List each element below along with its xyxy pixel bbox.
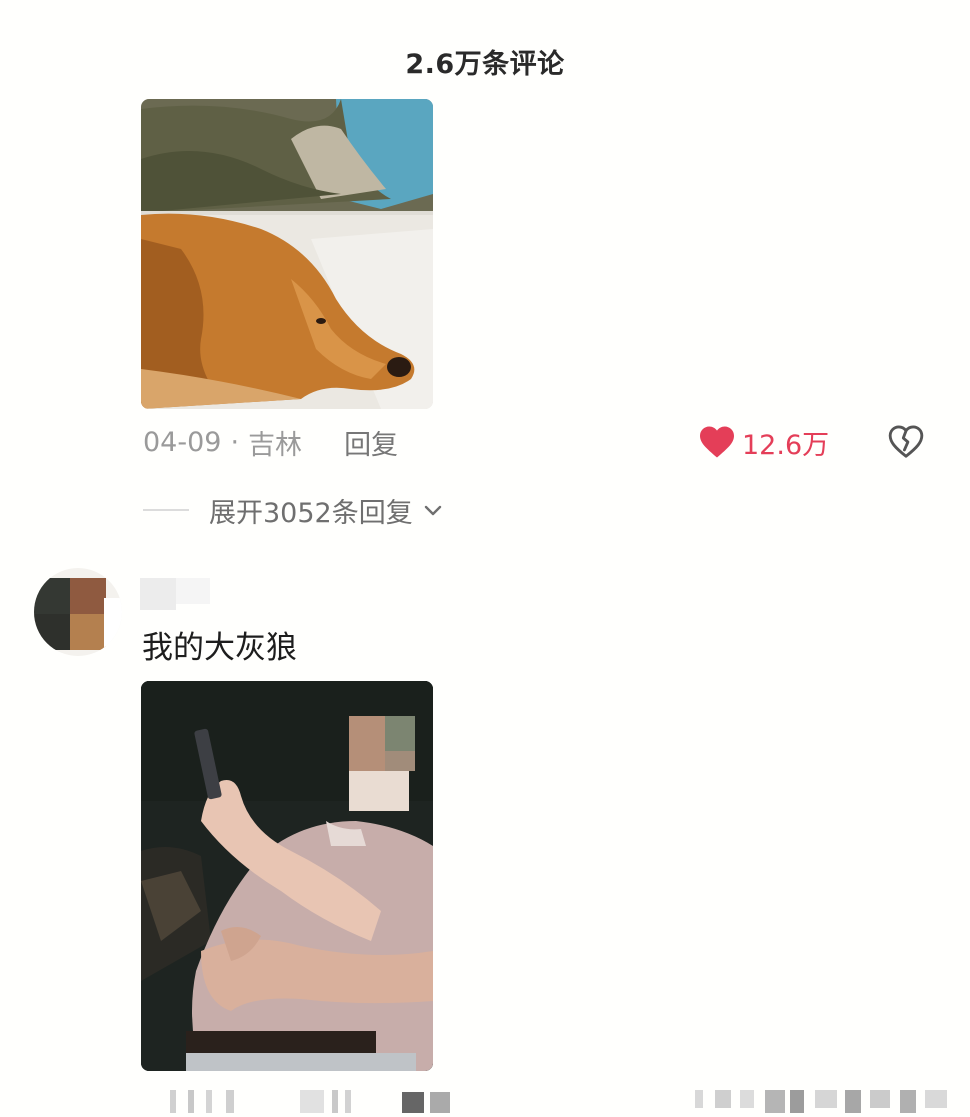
- comments-count-title: 2.6万条评论: [405, 49, 565, 80]
- dislike-button[interactable]: [887, 423, 925, 461]
- expand-replies-button[interactable]: 展开3052条回复: [143, 490, 445, 530]
- reply-button[interactable]: 回复: [344, 423, 398, 462]
- heart-icon: [700, 426, 734, 458]
- like-count: 12.6万: [742, 429, 830, 461]
- comment-text: 我的大灰狼: [142, 630, 297, 666]
- comment-location: 吉林: [248, 429, 303, 461]
- avatar[interactable]: [34, 568, 122, 656]
- username-blurred[interactable]: [140, 578, 212, 610]
- pixelated-row: [140, 1086, 970, 1113]
- meta-separator: ·: [230, 426, 240, 458]
- like-button[interactable]: 12.6万: [698, 422, 829, 462]
- comment-image[interactable]: [141, 99, 433, 409]
- comment-meta: 04-09 · 吉林 回复: [143, 422, 398, 462]
- comment-date: 04-09: [143, 426, 222, 458]
- divider-line: [143, 509, 189, 511]
- chevron-down-icon: [424, 505, 441, 516]
- expand-replies-label: 展开3052条回复: [209, 497, 413, 529]
- comment-image[interactable]: [141, 681, 433, 1071]
- broken-heart-icon: [888, 425, 924, 458]
